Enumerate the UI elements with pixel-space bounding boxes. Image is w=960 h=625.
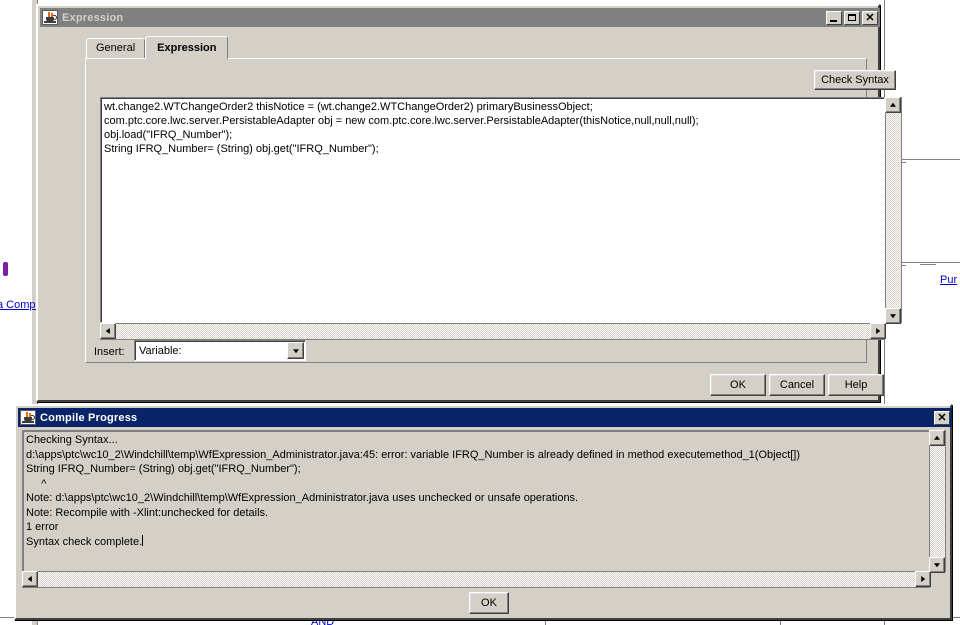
arrow-up-icon [934,435,940,440]
scroll-left-button[interactable] [22,571,38,587]
arrow-down-glyph [292,348,299,353]
close-icon[interactable]: ✕ [862,10,878,25]
expression-window-title: Expression [62,11,124,24]
maximize-icon[interactable] [844,10,860,25]
workflow-link-label[interactable]: Pur [940,274,957,286]
arrow-left-icon [105,328,110,334]
java-coffee-cup-icon [42,10,58,25]
help-button-label: Help [844,378,868,391]
scroll-up-button[interactable] [885,97,901,113]
workflow-node-marker [3,262,8,276]
compile-progress-dialog: Compile Progress ✕ Checking Syntax... d:… [14,404,952,620]
ok-button[interactable]: OK [710,374,766,396]
insert-label: Insert: [94,346,125,358]
scroll-down-button[interactable] [929,557,945,573]
compile-output-horizontal-scrollbar[interactable] [22,571,931,588]
expression-tab-panel: Check Syntax wt.change2.WTChangeOrder2 t… [85,58,902,363]
minimize-icon[interactable] [826,10,842,25]
compile-ok-label: OK [481,596,497,609]
expression-code-text: wt.change2.WTChangeOrder2 thisNotice = (… [104,101,699,155]
workflow-link-label[interactable]: a Compl [0,299,38,311]
expression-window-controls: ✕ [826,10,878,25]
scroll-up-button[interactable] [929,430,945,446]
help-button[interactable]: Help [828,374,884,396]
compile-output-vertical-scrollbar[interactable] [929,430,946,573]
chevron-down-icon[interactable] [287,342,304,359]
arrow-right-icon [921,576,926,582]
compile-progress-titlebar[interactable]: Compile Progress ✕ [18,408,952,427]
tab-general-label: General [96,42,136,54]
scroll-right-button[interactable] [915,571,931,587]
insert-variable-combobox[interactable]: Variable: [134,340,306,361]
text-caret [142,534,144,546]
compile-ok-button[interactable]: OK [469,592,509,614]
arrow-down-icon [890,314,896,319]
tab-expression-label: Expression [157,42,217,54]
expression-dialog: Expression ✕ General Expression Check Sy… [36,4,902,402]
close-icon[interactable]: ✕ [934,410,950,425]
compile-progress-window-title: Compile Progress [40,411,138,424]
scroll-right-button[interactable] [870,323,886,339]
scroll-down-button[interactable] [885,308,901,324]
arrow-left-icon [27,576,32,582]
ok-button-label: OK [730,378,746,391]
cancel-button-label: Cancel [779,378,815,391]
check-syntax-button[interactable]: Check Syntax [814,70,896,90]
java-coffee-cup-icon [20,410,36,425]
code-editor-horizontal-scrollbar[interactable] [100,323,886,340]
expression-tabstrip: General Expression [86,36,229,59]
check-syntax-label: Check Syntax [821,73,889,86]
arrow-up-icon [890,102,896,107]
insert-combobox-value: Variable: [139,344,182,357]
scroll-left-button[interactable] [100,323,116,339]
tab-expression[interactable]: Expression [145,36,229,59]
compile-window-controls: ✕ [934,410,950,425]
compile-output-panel[interactable]: Checking Syntax... d:\apps\ptc\wc10_2\Wi… [22,430,930,572]
code-editor-vertical-scrollbar[interactable] [885,97,902,324]
expression-code-editor[interactable]: wt.change2.WTChangeOrder2 thisNotice = (… [100,97,885,323]
expression-titlebar[interactable]: Expression ✕ [40,8,880,27]
compile-output-text: Checking Syntax... d:\apps\ptc\wc10_2\Wi… [26,434,801,548]
tab-general[interactable]: General [86,38,146,58]
arrow-right-icon [876,328,881,334]
arrow-down-icon [934,563,940,568]
workflow-connector-line [920,264,936,265]
cancel-button[interactable]: Cancel [769,374,825,396]
